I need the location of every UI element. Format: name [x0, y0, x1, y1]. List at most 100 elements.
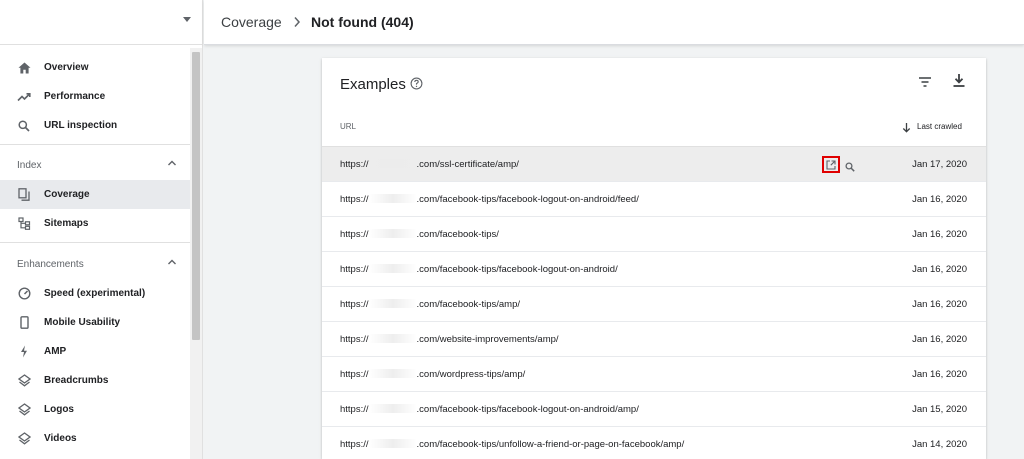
url-path: .com/facebook-tips/	[416, 229, 499, 240]
nav-mobile-usability[interactable]: Mobile Usability	[0, 308, 190, 337]
layers-icon	[17, 374, 31, 388]
help-icon[interactable]	[410, 77, 423, 95]
page-header: Coverage Not found (404)	[204, 0, 1024, 45]
last-crawled-cell: Jan 15, 2020	[912, 404, 967, 415]
sidebar: Overview Performance URL inspection Inde…	[0, 0, 203, 459]
section-index-label: Index	[17, 159, 42, 171]
redacted-domain	[368, 264, 417, 273]
redacted-domain	[368, 194, 417, 203]
nav-amp[interactable]: AMP	[0, 337, 190, 366]
nav-performance-label: Performance	[44, 91, 106, 102]
url-path: .com/facebook-tips/amp/	[416, 299, 521, 310]
redacted-domain	[368, 229, 417, 238]
nav-breadcrumbs[interactable]: Breadcrumbs	[0, 366, 190, 395]
filter-icon[interactable]	[918, 75, 932, 93]
sitemap-icon	[17, 217, 31, 231]
inspect-url-icon[interactable]	[845, 159, 855, 177]
table-row[interactable]: https:// .com/facebook-tips/amp/ Jan 16, …	[322, 287, 986, 322]
url-prefix: https://	[340, 264, 369, 275]
nav-performance[interactable]: Performance	[0, 82, 190, 111]
last-crawled-cell: Jan 16, 2020	[912, 229, 967, 240]
url-path: .com/website-improvements/amp/	[416, 334, 559, 345]
last-crawled-cell: Jan 16, 2020	[912, 334, 967, 345]
redacted-domain	[368, 404, 417, 413]
nav-overview[interactable]: Overview	[0, 53, 190, 82]
nav-speed-label: Speed (experimental)	[44, 288, 146, 299]
url-prefix: https://	[340, 299, 369, 310]
url-cell: https:// .com/wordpress-tips/amp/	[340, 369, 525, 380]
trending-up-icon	[17, 90, 31, 104]
url-path: .com/wordpress-tips/amp/	[416, 369, 526, 380]
nav-url-inspection[interactable]: URL inspection	[0, 111, 190, 140]
url-cell: https:// .com/facebook-tips/facebook-logo…	[340, 404, 639, 415]
redacted-domain	[368, 439, 417, 448]
sidebar-scrollbar-thumb[interactable]	[192, 52, 200, 340]
url-path: .com/facebook-tips/facebook-logout-on-an…	[416, 264, 618, 275]
copy-icon	[17, 188, 31, 202]
open-in-new-icon[interactable]	[822, 156, 840, 173]
url-prefix: https://	[340, 159, 369, 170]
redacted-domain	[368, 334, 417, 343]
table-row[interactable]: https:// .com/facebook-tips/ Jan 16, 2020	[322, 217, 986, 252]
property-selector[interactable]	[0, 0, 203, 45]
nav-speed[interactable]: Speed (experimental)	[0, 279, 190, 308]
url-prefix: https://	[340, 229, 369, 240]
nav-breadcrumbs-label: Breadcrumbs	[44, 375, 109, 386]
last-crawled-cell: Jan 14, 2020	[912, 439, 967, 450]
examples-title: Examples	[340, 76, 406, 93]
nav-divider	[0, 242, 190, 243]
gauge-icon	[17, 287, 31, 301]
url-cell: https:// .com/ssl-certificate/amp/	[340, 159, 519, 170]
nav-overview-label: Overview	[44, 62, 89, 73]
redacted-domain	[368, 159, 417, 168]
breadcrumb-coverage[interactable]: Coverage	[221, 14, 282, 30]
last-crawled-cell: Jan 16, 2020	[912, 264, 967, 275]
url-path: .com/ssl-certificate/amp/	[416, 159, 519, 170]
url-cell: https:// .com/facebook-tips/amp/	[340, 299, 520, 310]
url-cell: https:// .com/website-improvements/amp/	[340, 334, 559, 345]
chevron-up-icon[interactable]	[167, 258, 177, 269]
column-header-url[interactable]: URL	[340, 122, 356, 131]
layers-icon	[17, 432, 31, 446]
table-row[interactable]: https:// .com/facebook-tips/facebook-logo…	[322, 392, 986, 427]
section-enhancements-header[interactable]: Enhancements	[0, 250, 190, 278]
download-icon[interactable]	[952, 73, 966, 93]
table-row[interactable]: https:// .com/ssl-certificate/amp/ Jan 17…	[322, 147, 986, 182]
chevron-up-icon[interactable]	[167, 159, 177, 170]
nav-mobile-usability-label: Mobile Usability	[44, 317, 121, 328]
nav-coverage[interactable]: Coverage	[0, 180, 190, 209]
section-enhancements-label: Enhancements	[17, 258, 84, 270]
caret-down-icon[interactable]	[183, 17, 191, 22]
url-cell: https:// .com/facebook-tips/facebook-logo…	[340, 194, 639, 205]
last-crawled-cell: Jan 16, 2020	[912, 194, 967, 205]
nav-logos[interactable]: Logos	[0, 395, 190, 424]
nav-coverage-label: Coverage	[44, 189, 90, 200]
url-prefix: https://	[340, 194, 369, 205]
table-row[interactable]: https:// .com/facebook-tips/unfollow-a-fr…	[322, 427, 986, 459]
table-row[interactable]: https:// .com/facebook-tips/facebook-logo…	[322, 252, 986, 287]
table-row[interactable]: https:// .com/wordpress-tips/amp/ Jan 16,…	[322, 357, 986, 392]
last-crawled-cell: Jan 16, 2020	[912, 369, 967, 380]
last-crawled-cell: Jan 16, 2020	[912, 299, 967, 310]
nav-amp-label: AMP	[44, 346, 67, 357]
table-row[interactable]: https:// .com/website-improvements/amp/ J…	[322, 322, 986, 357]
table-row[interactable]: https:// .com/facebook-tips/facebook-logo…	[322, 182, 986, 217]
last-crawled-cell: Jan 17, 2020	[912, 159, 967, 170]
nav-videos[interactable]: Videos	[0, 424, 190, 453]
page-title: Not found (404)	[311, 14, 414, 30]
section-index-header[interactable]: Index	[0, 151, 190, 179]
layers-icon	[17, 403, 31, 417]
nav-videos-label: Videos	[44, 433, 77, 444]
bolt-icon	[17, 345, 31, 359]
url-prefix: https://	[340, 439, 369, 450]
column-header-last-crawled[interactable]: Last crawled	[917, 122, 962, 131]
url-path: .com/facebook-tips/unfollow-a-friend-or-…	[416, 439, 685, 450]
nav-logos-label: Logos	[44, 404, 74, 415]
search-icon	[17, 119, 31, 133]
redacted-domain	[368, 299, 417, 308]
url-prefix: https://	[340, 334, 369, 345]
arrow-down-icon[interactable]	[902, 120, 911, 138]
url-cell: https:// .com/facebook-tips/unfollow-a-fr…	[340, 439, 684, 450]
property-name-redacted	[14, 14, 164, 30]
nav-sitemaps[interactable]: Sitemaps	[0, 209, 190, 238]
